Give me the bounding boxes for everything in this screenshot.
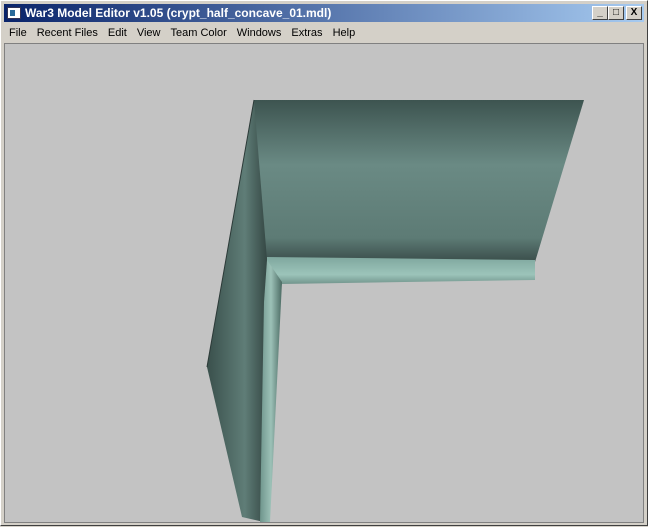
app-icon xyxy=(7,7,21,19)
menu-extras[interactable]: Extras xyxy=(286,27,327,39)
menu-view[interactable]: View xyxy=(132,27,166,39)
app-window: War3 Model Editor v1.05 (crypt_half_conc… xyxy=(0,0,648,526)
minimize-button[interactable]: _ xyxy=(592,6,608,20)
3d-viewport[interactable] xyxy=(4,43,644,523)
maximize-button[interactable]: □ xyxy=(608,6,624,20)
menu-help[interactable]: Help xyxy=(328,27,361,39)
window-title: War3 Model Editor v1.05 (crypt_half_conc… xyxy=(25,6,332,20)
menu-file[interactable]: File xyxy=(4,27,32,39)
menu-bar: File Recent Files Edit View Team Color W… xyxy=(4,23,360,42)
menu-windows[interactable]: Windows xyxy=(232,27,287,39)
ledge-top xyxy=(267,257,535,292)
menu-recent-files[interactable]: Recent Files xyxy=(32,27,103,39)
close-button[interactable]: X xyxy=(626,6,642,20)
back-wall xyxy=(254,100,584,262)
menu-team-color[interactable]: Team Color xyxy=(166,27,232,39)
menu-edit[interactable]: Edit xyxy=(103,27,132,39)
model-render xyxy=(206,99,584,522)
title-bar[interactable]: War3 Model Editor v1.05 (crypt_half_conc… xyxy=(4,4,644,22)
